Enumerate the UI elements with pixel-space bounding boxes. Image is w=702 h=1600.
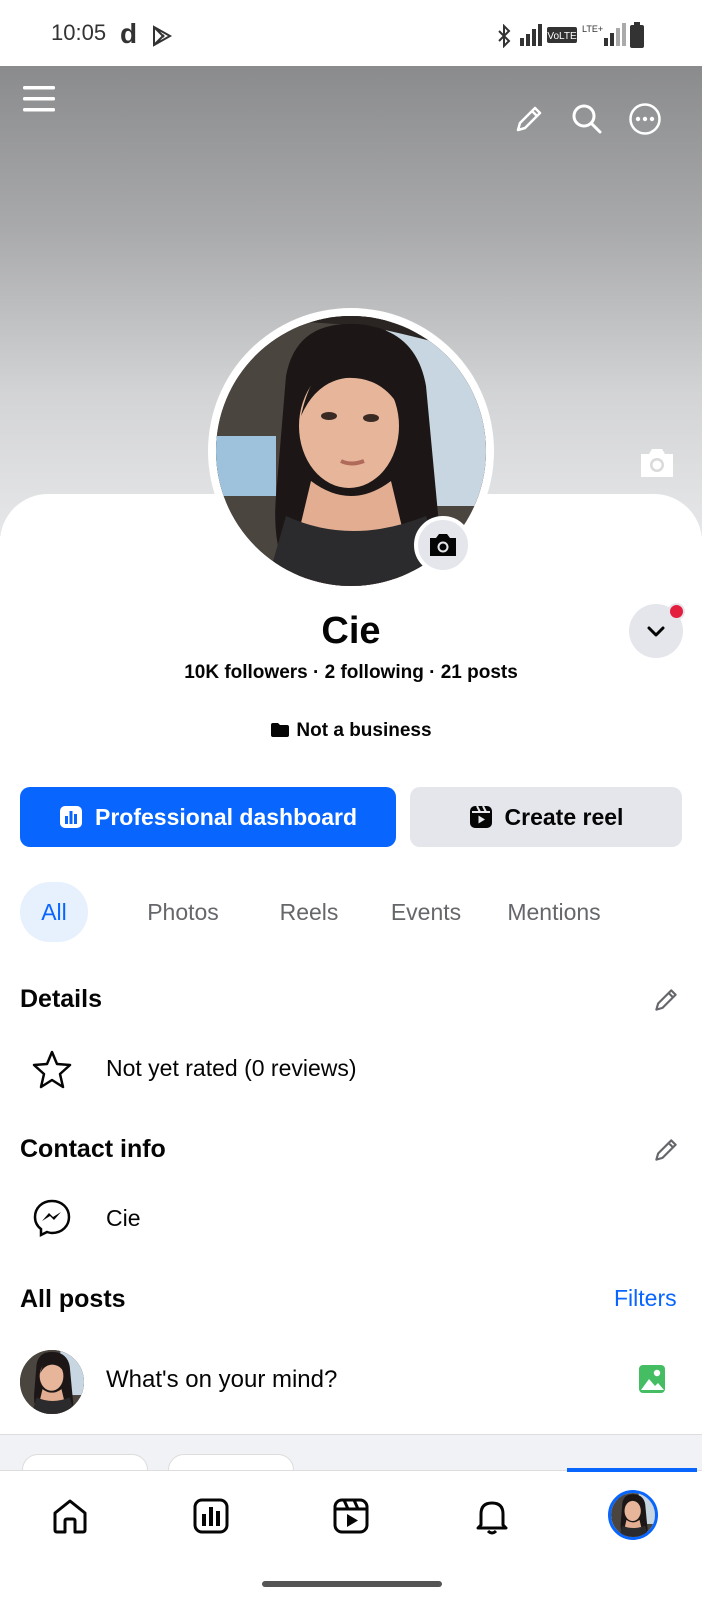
star-icon <box>32 1050 72 1089</box>
tab-reels[interactable]: Reels <box>250 882 368 942</box>
dashboard-icon <box>59 806 82 828</box>
business-status: Not a business <box>0 720 702 742</box>
tab-all[interactable]: All <box>20 882 88 942</box>
business-status-label: Not a business <box>296 720 432 741</box>
filters-button[interactable]: Filters <box>614 1285 677 1312</box>
nav-home[interactable] <box>44 1490 96 1542</box>
bluetooth-icon <box>498 24 511 48</box>
professional-dashboard-button[interactable]: Professional dashboard <box>20 787 396 847</box>
battery-icon <box>630 22 644 48</box>
create-reel-label: Create reel <box>504 803 624 830</box>
signal-icon <box>520 24 542 46</box>
profile-name: Cie <box>321 610 381 652</box>
photo-icon[interactable] <box>638 1364 666 1394</box>
menu-icon <box>23 86 55 112</box>
nav-profile[interactable] <box>608 1490 658 1540</box>
messenger-contact[interactable]: Cie <box>106 1205 141 1232</box>
camera-icon <box>430 534 456 556</box>
professional-dashboard-label: Professional dashboard <box>94 803 357 830</box>
composer-input[interactable]: What's on your mind? <box>106 1366 337 1394</box>
pencil-icon <box>655 989 677 1011</box>
contact-info-title: Contact info <box>20 1135 166 1163</box>
folder-icon <box>271 723 290 737</box>
notification-dot <box>668 603 685 620</box>
all-posts-title: All posts <box>20 1285 126 1313</box>
bell-icon <box>476 1501 508 1535</box>
reels-icon <box>333 1498 369 1534</box>
edit-contact-button[interactable] <box>646 1130 686 1170</box>
menu-button[interactable] <box>16 76 62 122</box>
search-icon <box>572 104 602 134</box>
avatar-camera-button[interactable] <box>414 516 472 574</box>
nav-reels[interactable] <box>325 1490 377 1542</box>
details-title: Details <box>20 985 102 1013</box>
composer-avatar[interactable] <box>20 1350 84 1414</box>
home-icon <box>53 1499 87 1534</box>
volte-icon: VoLTE <box>547 27 577 43</box>
play-store-icon <box>153 25 173 47</box>
more-icon <box>629 103 661 135</box>
edit-profile-button[interactable] <box>506 96 552 142</box>
nav-dashboard[interactable] <box>185 1490 237 1542</box>
gesture-home-bar[interactable] <box>262 1581 442 1587</box>
pencil-icon <box>516 106 542 132</box>
profile-avatar <box>611 1493 655 1537</box>
search-button[interactable] <box>564 96 610 142</box>
camera-icon <box>641 449 673 477</box>
tab-events[interactable]: Events <box>362 882 490 942</box>
profile-stats[interactable]: 10K followers · 2 following · 21 posts <box>0 662 702 684</box>
cover-camera-button[interactable] <box>634 440 680 486</box>
svg-text:VoLTE: VoLTE <box>547 31 577 42</box>
more-options-button[interactable] <box>622 96 668 142</box>
dashboard-icon <box>193 1498 229 1534</box>
tab-photos[interactable]: Photos <box>118 882 248 942</box>
create-reel-button[interactable]: Create reel <box>410 787 682 847</box>
messenger-icon <box>33 1199 71 1238</box>
nav-notifications[interactable] <box>466 1490 518 1542</box>
d-app-icon: d <box>120 18 138 49</box>
status-time: 10:05 <box>51 20 107 45</box>
edit-details-button[interactable] <box>646 980 686 1020</box>
reel-icon <box>469 805 492 828</box>
chevron-down-icon <box>647 626 665 637</box>
nav-active-indicator <box>567 1468 697 1472</box>
avatar-photo <box>20 1350 84 1414</box>
svg-text:LTE+: LTE+ <box>582 24 603 34</box>
tab-mentions[interactable]: Mentions <box>490 882 618 942</box>
pencil-icon <box>655 1139 677 1161</box>
rating-text: Not yet rated (0 reviews) <box>106 1055 357 1081</box>
lte-signal-icon: LTE+ <box>582 23 626 46</box>
